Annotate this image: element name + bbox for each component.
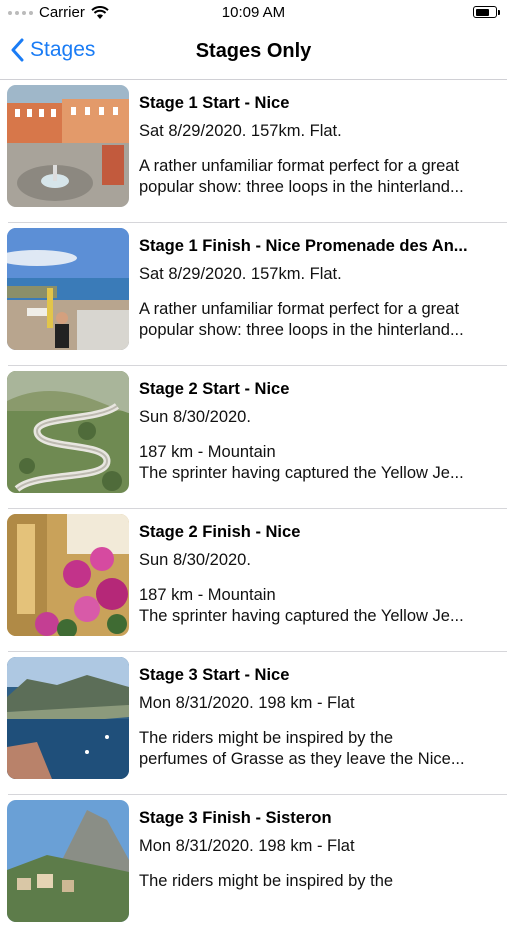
stage-date: Sun 8/30/2020.	[139, 551, 251, 569]
stage-title: Stage 3 Finish - Sisteron	[139, 809, 332, 827]
battery-fill	[475, 8, 489, 16]
stage-title: Stage 3 Start - Nice	[139, 666, 290, 684]
stage-title: Stage 2 Start - Nice	[139, 380, 290, 398]
status-bar: Carrier 10:09 AM	[0, 0, 507, 28]
stage-date: Mon 8/31/2020. 198 km - Flat	[139, 694, 355, 712]
description-line: The sprinter having captured the Yellow …	[139, 607, 464, 625]
stage-thumbnail-bay	[7, 657, 129, 779]
stage-row[interactable]: Stage 2 Finish - Nice Sun 8/30/2020. 187…	[0, 509, 507, 652]
stage-description: The riders might be inspired by the perf…	[139, 728, 493, 770]
description-line: A rather unfamiliar format perfect for a…	[139, 300, 460, 318]
stage-description: A rather unfamiliar format perfect for a…	[139, 299, 493, 341]
description-line: popular show: three loops in the hinterl…	[139, 321, 464, 339]
stage-row[interactable]: Stage 3 Start - Nice Mon 8/31/2020. 198 …	[0, 652, 507, 795]
stage-row[interactable]: Stage 3 Finish - Sisteron Mon 8/31/2020.…	[0, 795, 507, 938]
stages-list: Stage 1 Start - Nice Sat 8/29/2020. 157k…	[0, 80, 507, 938]
stage-description: A rather unfamiliar format perfect for a…	[139, 156, 493, 198]
stage-description: The riders might be inspired by the	[139, 871, 493, 892]
stage-title: Stage 2 Finish - Nice	[139, 523, 301, 541]
description-line: The riders might be inspired by the	[139, 729, 394, 747]
clock: 10:09 AM	[221, 4, 286, 21]
stage-row[interactable]: Stage 2 Start - Nice Sun 8/30/2020. 187 …	[0, 366, 507, 509]
stage-date: Mon 8/31/2020. 198 km - Flat	[139, 837, 355, 855]
stage-date: Sun 8/30/2020.	[139, 408, 251, 426]
description-line: perfumes of Grasse as they leave the Nic…	[139, 750, 465, 768]
stage-row[interactable]: Stage 1 Finish - Nice Promenade des An..…	[0, 223, 507, 366]
description-line: popular show: three loops in the hinterl…	[139, 178, 464, 196]
stage-thumbnail-nice-square	[7, 85, 129, 207]
battery-icon	[473, 6, 500, 18]
description-line: A rather unfamiliar format perfect for a…	[139, 157, 460, 175]
stage-row[interactable]: Stage 1 Start - Nice Sat 8/29/2020. 157k…	[0, 80, 507, 223]
navigation-bar: Stages Stages Only	[0, 28, 507, 80]
stage-date: Sat 8/29/2020. 157km. Flat.	[139, 265, 342, 283]
page-title: Stages Only	[195, 40, 312, 62]
description-line: The riders might be inspired by the	[139, 872, 394, 890]
stage-title: Stage 1 Start - Nice	[139, 94, 290, 112]
stage-title: Stage 1 Finish - Nice Promenade des An..…	[139, 237, 468, 255]
stage-description: 187 km - Mountain The sprinter having ca…	[139, 585, 493, 627]
stage-date: Sat 8/29/2020. 157km. Flat.	[139, 122, 342, 140]
stage-thumbnail-sisteron	[7, 800, 129, 922]
stage-thumbnail-flowers	[7, 514, 129, 636]
stage-thumbnail-mountain-road	[7, 371, 129, 493]
description-line: The sprinter having captured the Yellow …	[139, 464, 464, 482]
description-line: 187 km - Mountain	[139, 443, 276, 461]
stage-thumbnail-promenade	[7, 228, 129, 350]
description-line: 187 km - Mountain	[139, 586, 276, 604]
stage-description: 187 km - Mountain The sprinter having ca…	[139, 442, 493, 484]
